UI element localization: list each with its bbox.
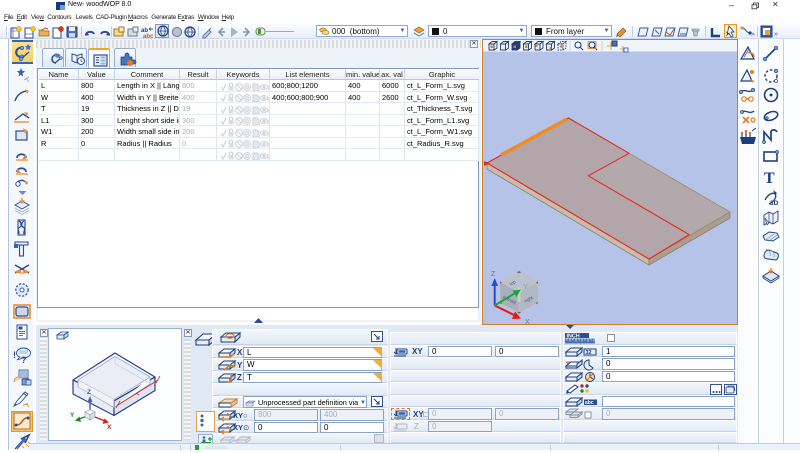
svg-text:Z: Z bbox=[87, 389, 91, 396]
svg-text:?: ? bbox=[21, 355, 27, 365]
svg-text:X: X bbox=[107, 424, 112, 431]
svg-text:3D: 3D bbox=[770, 200, 779, 207]
svg-text:Z: Z bbox=[491, 271, 496, 278]
svg-text:abc: abc bbox=[585, 400, 594, 406]
svg-text:!: ! bbox=[13, 350, 16, 360]
svg-text:»: » bbox=[774, 31, 778, 38]
svg-text:Y: Y bbox=[523, 284, 528, 291]
svg-text:32: 32 bbox=[586, 350, 592, 356]
svg-text:Y: Y bbox=[70, 412, 75, 419]
svg-text:»: » bbox=[751, 31, 755, 38]
svg-text:T: T bbox=[764, 170, 775, 187]
